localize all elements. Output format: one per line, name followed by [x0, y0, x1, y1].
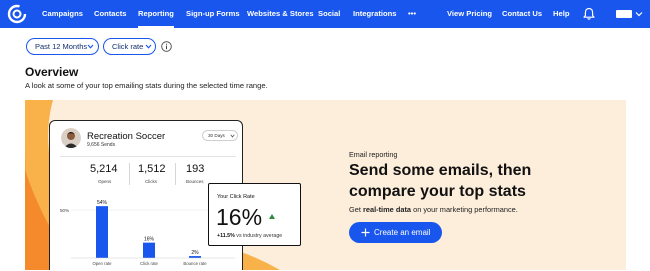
nav-websites-stores[interactable]: Websites & Stores — [247, 0, 314, 28]
stat-bounces-value: 193 — [186, 163, 205, 175]
nav-contact-us[interactable]: Contact Us — [502, 0, 542, 28]
promo-eyebrow: Email reporting — [349, 150, 398, 159]
divider — [129, 163, 130, 185]
nav-contacts[interactable]: Contacts — [94, 0, 127, 28]
promo-headline: Send some emails, then compare your top … — [349, 160, 531, 202]
stat-clicks-label: Clicks — [145, 179, 157, 184]
campaign-sends: 9,656 Sends — [87, 142, 116, 148]
range-dropdown-label: 30 Days — [208, 133, 225, 138]
create-email-label: Create an email — [374, 228, 431, 237]
click-rate-delta: +11.5% — [217, 233, 235, 239]
promo-headline-line-2: compare your top stats — [349, 183, 526, 200]
nav-social[interactable]: Social — [318, 0, 340, 28]
chevron-down-icon[interactable] — [635, 11, 643, 17]
bar-open-rate — [96, 206, 108, 258]
nav-campaigns[interactable]: Campaigns — [42, 0, 83, 28]
page-title: Overview — [25, 65, 79, 79]
chart-axis-label: 50% — [60, 208, 69, 213]
metric-dropdown-label: Click rate — [112, 42, 144, 51]
promo-subtext: Get real-time data on your marketing per… — [349, 205, 518, 214]
bar-open-category-label: Open rate — [92, 261, 112, 266]
industry-comparison: +11.5% vs industry average — [217, 233, 282, 239]
create-email-button[interactable]: Create an email — [349, 222, 442, 243]
stat-opens-label: Opens — [98, 179, 112, 184]
nav-reporting[interactable]: Reporting — [138, 0, 174, 28]
nav-integrations[interactable]: Integrations — [353, 0, 396, 28]
stat-clicks-value: 1,512 — [138, 163, 166, 175]
industry-comparison-text: vs industry average — [234, 233, 283, 239]
promo-subtext-bold: real-time data — [362, 205, 412, 214]
stat-bounces-label: Bounces — [186, 179, 204, 184]
info-icon[interactable] — [161, 41, 172, 52]
plus-icon — [361, 228, 370, 237]
chevron-down-icon — [87, 44, 94, 49]
click-rate-value: 16% — [216, 204, 263, 230]
bar-bounce-value-label: 2% — [191, 250, 199, 256]
bar-bounce-category-label: Bounce rate — [183, 261, 207, 266]
nav-more-menu[interactable]: ••• — [408, 0, 416, 28]
stat-opens-value: 5,214 — [90, 163, 118, 175]
page-subtitle: A look at some of your top emailing stat… — [25, 81, 268, 90]
period-dropdown[interactable]: Past 12 Months — [26, 38, 99, 55]
period-dropdown-label: Past 12 Months — [35, 42, 88, 51]
logo-icon[interactable] — [7, 4, 27, 24]
nav-help[interactable]: Help — [553, 0, 569, 28]
promo-headline-line-1: Send some emails, then — [349, 162, 532, 179]
nav-view-pricing[interactable]: View Pricing — [447, 0, 492, 28]
top-nav: Campaigns Contacts Reporting Sign-up For… — [0, 0, 650, 28]
chevron-down-icon — [145, 44, 152, 49]
bar-open-value-label: 54% — [97, 200, 108, 206]
click-rate-title: Your Click Rate — [217, 194, 255, 200]
promo-subtext-suffix: on your marketing performance. — [411, 205, 518, 214]
trend-up-icon — [269, 214, 275, 219]
bar-click-category-label: Click rate — [140, 261, 159, 266]
campaign-avatar — [61, 128, 81, 148]
divider — [175, 163, 176, 185]
click-rate-card: Your Click Rate 16% +11.5% vs industry a… — [208, 183, 301, 246]
range-dropdown[interactable]: 30 Days — [202, 130, 238, 141]
nav-signup-forms[interactable]: Sign-up Forms — [186, 0, 240, 28]
bell-icon[interactable] — [582, 7, 596, 21]
promo-subtext-prefix: Get — [349, 205, 363, 214]
bar-click-value-label: 16% — [144, 237, 155, 243]
metric-dropdown[interactable]: Click rate — [103, 38, 156, 55]
divider — [60, 156, 236, 157]
account-avatar[interactable] — [616, 10, 632, 18]
chevron-down-icon — [230, 134, 235, 138]
campaign-title: Recreation Soccer — [87, 131, 166, 142]
bar-click-rate — [143, 242, 155, 258]
